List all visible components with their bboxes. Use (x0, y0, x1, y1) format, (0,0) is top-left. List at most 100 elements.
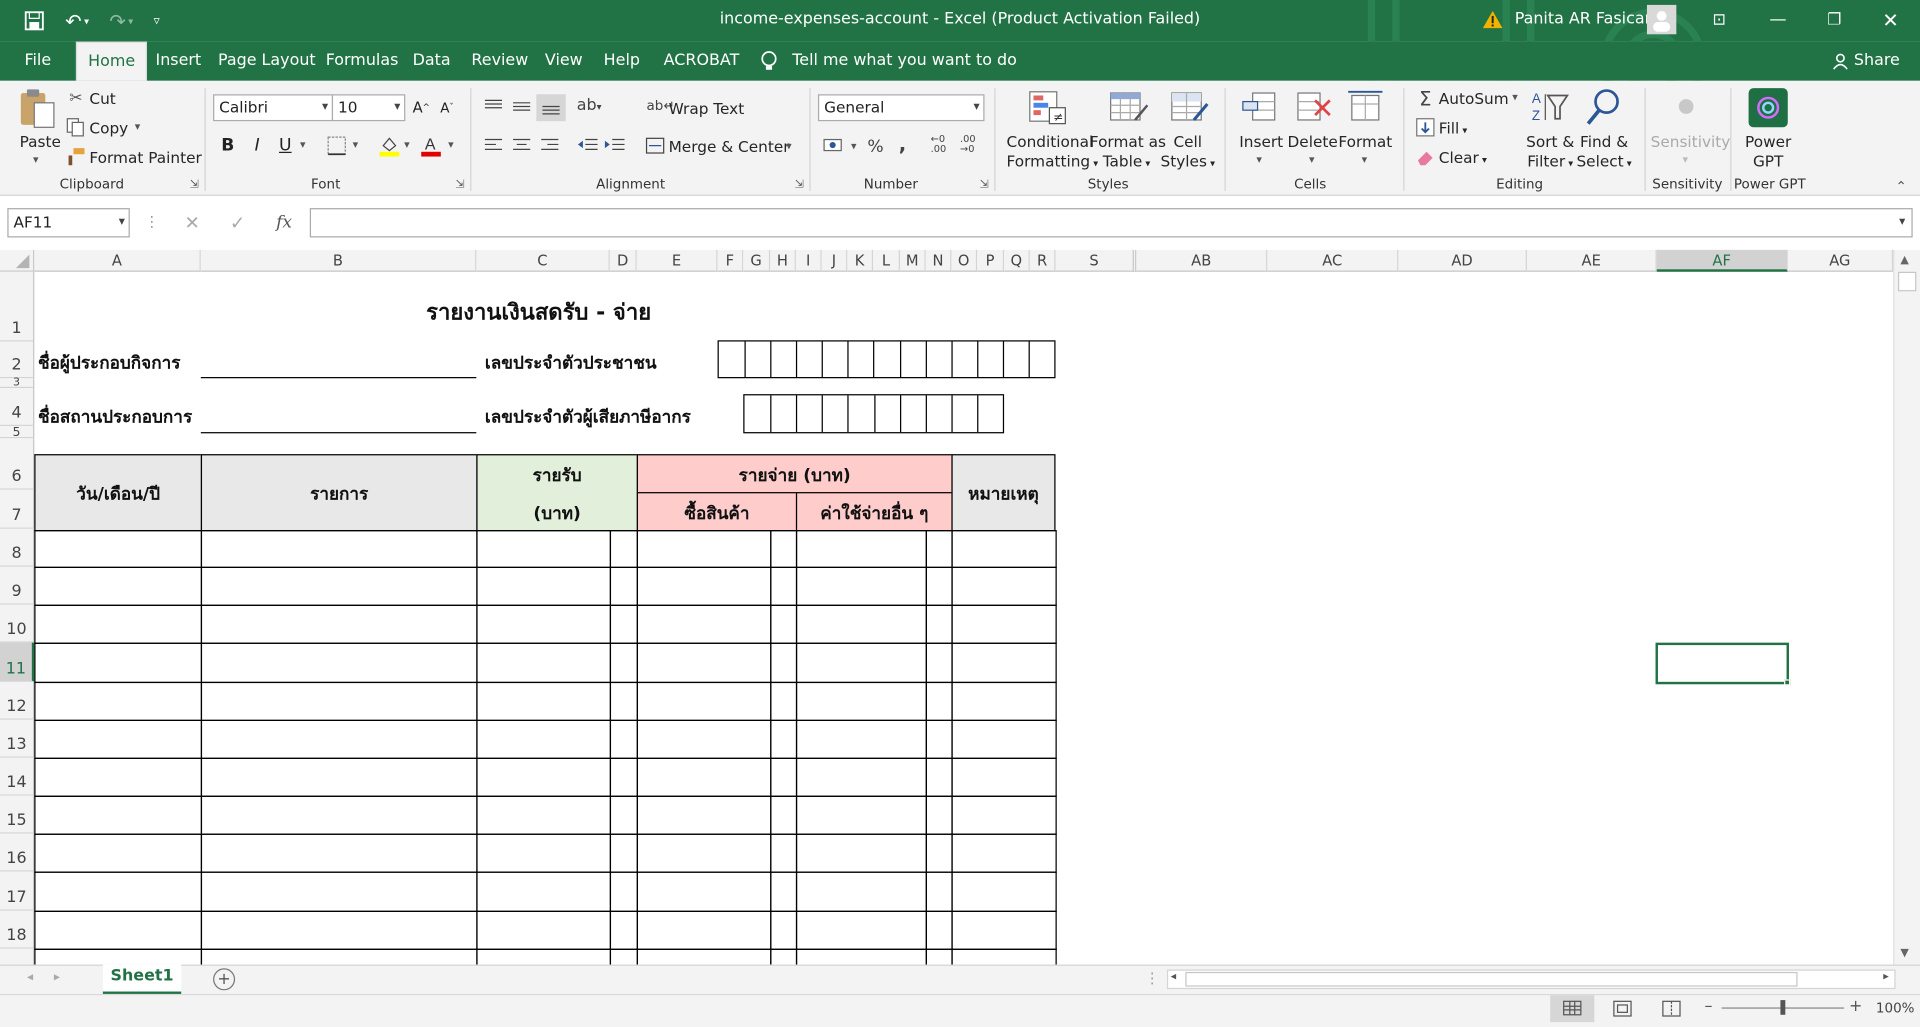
column-header[interactable]: M (900, 249, 926, 272)
table-cell[interactable] (925, 795, 953, 835)
format-as-table-label[interactable]: Format as (1090, 132, 1166, 150)
autosum-dropdown-icon[interactable]: ▾ (1512, 92, 1518, 104)
select-all-button[interactable] (0, 249, 35, 272)
cut-icon[interactable]: ✂ (66, 88, 86, 108)
cell-styles-icon[interactable] (1169, 88, 1209, 127)
table-cell[interactable] (200, 681, 478, 721)
table-cell[interactable] (951, 910, 1057, 950)
zoom-slider-thumb[interactable] (1780, 1000, 1786, 1015)
autosum-icon[interactable]: Σ (1414, 86, 1436, 109)
paste-dropdown-icon[interactable]: ▾ (33, 154, 39, 166)
table-cell[interactable] (34, 681, 203, 721)
table-cell[interactable] (636, 871, 772, 912)
font-size-select[interactable]: 10 ▾ (331, 94, 406, 122)
table-cell[interactable] (795, 642, 927, 684)
minimize-icon[interactable]: — (1763, 7, 1792, 31)
zoom-out-icon[interactable]: – (1705, 998, 1713, 1016)
close-icon[interactable]: ✕ (1876, 7, 1905, 31)
table-cell[interactable] (636, 530, 772, 568)
conditional-formatting-icon[interactable]: ≠ (1027, 88, 1066, 127)
table-cell[interactable] (200, 833, 478, 873)
column-header[interactable]: A (34, 249, 201, 272)
collapse-ribbon-icon[interactable]: ⌃ (1896, 179, 1907, 195)
delete-dropdown-icon[interactable]: ▾ (1309, 154, 1315, 166)
column-header[interactable]: AE (1526, 249, 1657, 272)
table-cell[interactable] (34, 871, 203, 912)
business-name-line[interactable] (200, 377, 477, 379)
table-cell[interactable] (476, 681, 612, 721)
table-cell[interactable] (770, 833, 798, 873)
merge-center-button[interactable]: Merge & Center (669, 137, 790, 155)
comma-button[interactable]: , (894, 132, 911, 155)
clear-button[interactable]: Clear ▾ (1439, 148, 1487, 166)
currency-dropdown-icon[interactable]: ▾ (851, 141, 857, 153)
tab-split-grip-icon[interactable]: ⋮ (1145, 969, 1160, 986)
tell-me-search[interactable]: Tell me what you want to do (792, 42, 1017, 81)
fill-color-dropdown-icon[interactable]: ▾ (404, 140, 410, 152)
column-header[interactable]: AB (1136, 249, 1268, 272)
tab-formulas[interactable]: Formulas (326, 42, 399, 81)
table-cell[interactable] (609, 795, 638, 835)
format-cells-button[interactable]: Format (1335, 132, 1396, 150)
font-name-select[interactable]: Calibri ▾ (213, 94, 334, 122)
scroll-down-icon[interactable]: ▼ (1900, 947, 1908, 959)
table-cell[interactable] (795, 910, 927, 950)
table-cell[interactable] (609, 719, 638, 759)
scroll-right-icon[interactable]: ▸ (1883, 971, 1889, 983)
table-cell[interactable] (34, 757, 203, 797)
table-cell[interactable] (609, 604, 638, 644)
tab-home[interactable]: Home (75, 41, 148, 81)
table-cell[interactable] (609, 871, 638, 912)
column-header[interactable]: L (873, 249, 901, 272)
tab-file[interactable]: File (24, 42, 51, 81)
table-cell[interactable] (770, 795, 798, 835)
format-painter-button[interactable]: Format Painter (89, 148, 201, 166)
column-header[interactable]: H (770, 249, 796, 272)
table-cell[interactable] (951, 642, 1057, 684)
table-cell[interactable] (200, 719, 478, 759)
row-header[interactable]: 17 (0, 871, 35, 911)
number-format-select[interactable]: General ▾ (817, 94, 985, 122)
paste-label[interactable]: Paste (20, 132, 61, 150)
share-button[interactable]: Share (1854, 42, 1900, 81)
conditional-formatting-label[interactable]: Conditional (1007, 132, 1094, 150)
ribbon-display-options-icon[interactable]: ⊡ (1705, 7, 1734, 31)
table-cell[interactable] (795, 757, 927, 797)
table-cell[interactable] (34, 566, 203, 606)
table-cell[interactable] (925, 871, 953, 912)
row-header[interactable]: 14 (0, 757, 35, 796)
place-name-line[interactable] (200, 432, 477, 434)
table-cell[interactable] (609, 681, 638, 721)
table-cell[interactable] (951, 530, 1057, 568)
table-cell[interactable] (770, 642, 798, 684)
insert-cells-icon[interactable] (1240, 88, 1279, 127)
column-header[interactable]: G (743, 249, 771, 272)
column-header[interactable]: AD (1398, 249, 1527, 272)
table-cell[interactable] (795, 604, 927, 644)
table-cell[interactable] (925, 642, 953, 684)
selected-cell[interactable] (1655, 642, 1789, 685)
borders-dropdown-icon[interactable]: ▾ (353, 140, 359, 152)
formula-input[interactable]: ▾ (309, 208, 1913, 238)
table-cell[interactable] (770, 719, 798, 759)
column-header[interactable]: J (821, 249, 848, 272)
table-cell[interactable] (636, 642, 772, 684)
table-cell[interactable] (476, 530, 612, 568)
table-cell[interactable] (200, 566, 478, 606)
copy-icon[interactable] (66, 118, 86, 138)
table-cell[interactable] (951, 757, 1057, 797)
format-as-table-icon[interactable] (1108, 88, 1150, 127)
tab-view[interactable]: View (545, 42, 583, 81)
insert-dropdown-icon[interactable]: ▾ (1256, 154, 1262, 166)
power-gpt-label[interactable]: Power (1736, 132, 1800, 150)
power-gpt-label-2[interactable]: GPT (1736, 152, 1800, 170)
format-cells-icon[interactable] (1346, 88, 1385, 127)
id-card-boxes[interactable] (717, 340, 1056, 379)
table-cell[interactable] (476, 795, 612, 835)
table-cell[interactable] (476, 871, 612, 912)
row-header[interactable]: 3 (0, 377, 35, 389)
vertical-scroll-thumb[interactable] (1897, 271, 1917, 292)
table-cell[interactable] (795, 719, 927, 759)
table-cell[interactable] (770, 530, 798, 568)
table-cell[interactable] (925, 604, 953, 644)
